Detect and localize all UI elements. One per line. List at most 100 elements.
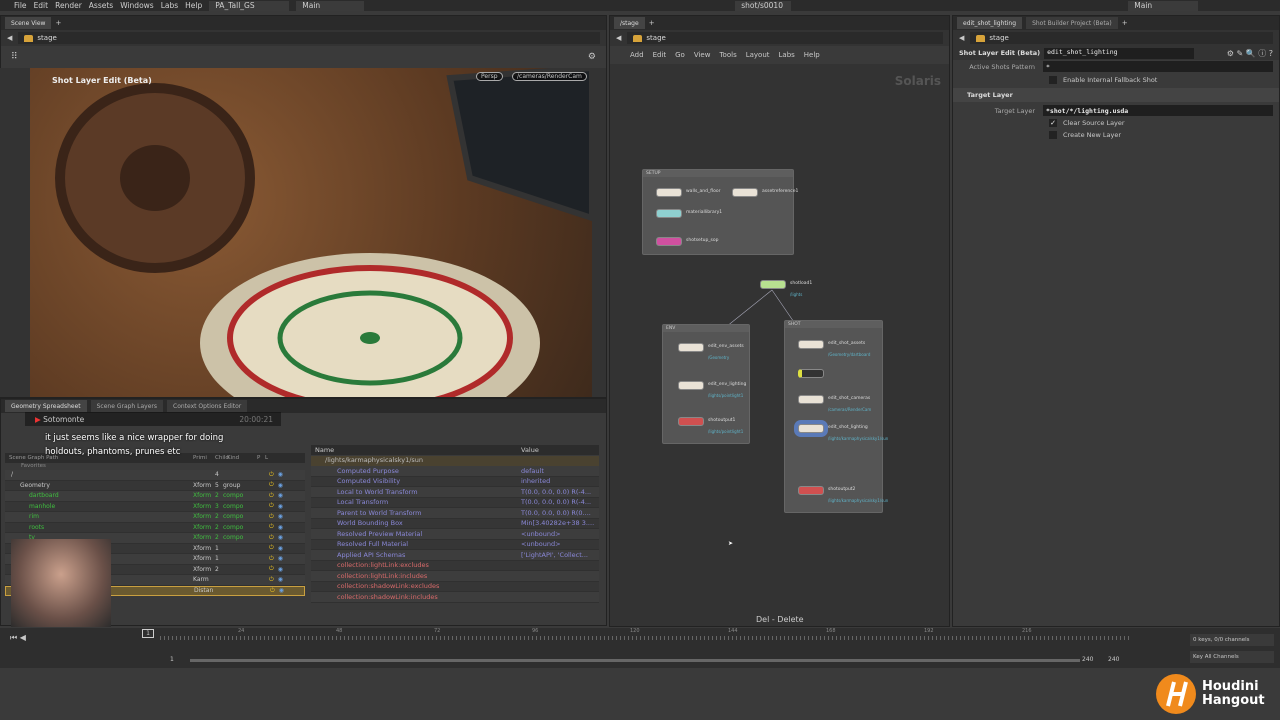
range-slider[interactable]: [190, 659, 1080, 662]
tree-row[interactable]: roots Xform 2 compo ⏻ ◉: [5, 522, 305, 533]
menu-help[interactable]: Help: [185, 1, 202, 10]
tab-scene-graph-layers[interactable]: Scene Graph Layers: [90, 400, 163, 412]
visibility-icon[interactable]: ◉: [278, 513, 283, 520]
path-field[interactable]: stage: [627, 32, 943, 44]
network-selector[interactable]: Main: [296, 0, 365, 11]
visibility-icon[interactable]: ◉: [278, 555, 283, 562]
create-new-layer-checkbox[interactable]: [1049, 131, 1057, 139]
range-end[interactable]: 240: [1082, 656, 1093, 663]
visibility-icon[interactable]: ◉: [279, 587, 284, 594]
visibility-icon[interactable]: ◉: [278, 545, 283, 552]
active-icon[interactable]: ⏻: [270, 587, 275, 595]
active-icon[interactable]: ⏻: [269, 534, 274, 542]
node-tools-icons[interactable]: ⚙ ✎ 🔍 ⓘ ?: [1227, 48, 1279, 59]
active-icon[interactable]: ⏻: [269, 513, 274, 521]
fallback-checkbox[interactable]: [1049, 75, 1057, 84]
tab-scene-view[interactable]: Scene View: [5, 17, 52, 29]
back-icon[interactable]: ◀: [959, 34, 964, 42]
property-row[interactable]: Computed Purpose default: [311, 466, 599, 477]
node-sop[interactable]: [656, 237, 682, 246]
node-shot_cameras[interactable]: [798, 395, 824, 404]
grid-menu-icon[interactable]: ⠿: [11, 52, 18, 62]
active-icon[interactable]: ⏻: [269, 481, 274, 489]
node-matlib[interactable]: [656, 209, 682, 218]
property-row[interactable]: Computed Visibility inherited: [311, 476, 599, 487]
camera-menu[interactable]: /cameras/RenderCam: [512, 72, 587, 81]
property-row[interactable]: World Bounding Box Min[3.40282e+38 3....: [311, 518, 599, 529]
visibility-icon[interactable]: ◉: [278, 482, 283, 489]
visibility-icon[interactable]: ◉: [278, 503, 283, 510]
menu-labs[interactable]: Labs: [161, 1, 178, 10]
netbox-shot[interactable]: SHOT: [784, 320, 883, 513]
network-menu-go[interactable]: Go: [675, 51, 685, 59]
visibility-icon[interactable]: ◉: [278, 492, 283, 499]
network-menu-layout[interactable]: Layout: [746, 51, 770, 59]
active-icon[interactable]: ⏻: [269, 502, 274, 510]
menu-file[interactable]: File: [14, 1, 27, 10]
visibility-icon[interactable]: ◉: [278, 471, 283, 478]
key-all-channels[interactable]: Key All Channels: [1190, 651, 1274, 663]
menu-assets[interactable]: Assets: [89, 1, 113, 10]
add-tab-icon[interactable]: +: [1122, 19, 1128, 27]
property-row[interactable]: Local Transform T(0.0, 0.0, 0.0) R(-4...: [311, 497, 599, 508]
property-row[interactable]: Applied API Schemas ['LightAPI', 'Collect…: [311, 550, 599, 561]
tab-stage[interactable]: /stage: [614, 17, 645, 29]
tab-context-options[interactable]: Context Options Editor: [167, 400, 248, 412]
network-menu-view[interactable]: View: [694, 51, 711, 59]
menu-render[interactable]: Render: [55, 1, 82, 10]
property-row[interactable]: collection:shadowLink:includes: [311, 592, 599, 603]
range-end-global[interactable]: 240: [1108, 656, 1119, 663]
active-icon[interactable]: ⏻: [269, 576, 274, 584]
active-icon[interactable]: ⏻: [269, 492, 274, 500]
node-shotload[interactable]: [760, 280, 786, 289]
visibility-icon[interactable]: ◉: [278, 534, 283, 541]
tree-row[interactable]: rim Xform 2 compo ⏻ ◉: [5, 512, 305, 523]
active-icon[interactable]: ⏻: [269, 565, 274, 573]
node-assetref[interactable]: [732, 188, 758, 197]
clear-source-checkbox[interactable]: ✓: [1049, 119, 1057, 127]
menu-edit[interactable]: Edit: [34, 1, 49, 10]
active-shots-field[interactable]: *: [1043, 61, 1273, 72]
property-row[interactable]: collection:shadowLink:excludes: [311, 581, 599, 592]
viewport[interactable]: Shot Layer Edit (Beta) Persp /cameras/Re…: [30, 68, 592, 397]
network-menu-add[interactable]: Add: [630, 51, 644, 59]
add-tab-icon[interactable]: +: [649, 19, 655, 27]
property-row[interactable]: Local to World Transform T(0.0, 0.0, 0.0)…: [311, 487, 599, 498]
network-menu-tools[interactable]: Tools: [719, 51, 736, 59]
active-icon[interactable]: ⏻: [269, 523, 274, 531]
target-layer-field[interactable]: *shot/*/lighting.usda: [1043, 105, 1273, 116]
network-menu-help[interactable]: Help: [804, 51, 820, 59]
tree-row[interactable]: /4 ⏻ ◉: [5, 470, 305, 481]
view-menu[interactable]: Persp: [476, 72, 503, 81]
prim-path-row[interactable]: /lights/karmaphysicalsky1/sun: [311, 456, 599, 466]
active-icon[interactable]: ⏻: [269, 544, 274, 552]
network-menu-edit[interactable]: Edit: [653, 51, 667, 59]
property-row[interactable]: collection:lightLink:includes: [311, 571, 599, 582]
tab-geometry-spreadsheet[interactable]: Geometry Spreadsheet: [5, 400, 87, 412]
tree-row[interactable]: manhole Xform 3 compo ⏻ ◉: [5, 501, 305, 512]
property-row[interactable]: Parent to World Transform T(0.0, 0.0, 0.0…: [311, 508, 599, 519]
node-shot_assets[interactable]: [798, 340, 824, 349]
node-out1[interactable]: [678, 417, 704, 426]
visibility-icon[interactable]: ◉: [278, 524, 283, 531]
tree-row[interactable]: dartboard Xform 2 compo ⏻ ◉: [5, 491, 305, 502]
add-tab-icon[interactable]: +: [55, 19, 61, 27]
timeline-ruler[interactable]: 24 48 72 96 120 144 168 192 216: [0, 628, 1130, 648]
network-canvas[interactable]: Solaris SETUP ENV SHOT walls_and_floor as…: [610, 64, 949, 626]
property-row[interactable]: collection:lightLink:excludes: [311, 560, 599, 571]
desktop-selector[interactable]: PA_Tall_GS: [209, 0, 290, 11]
keys-status[interactable]: 0 keys, 0/0 channels: [1190, 634, 1274, 646]
network-menu-labs[interactable]: Labs: [779, 51, 795, 59]
visibility-icon[interactable]: ◉: [278, 566, 283, 573]
section-target-layer[interactable]: Target Layer: [953, 88, 1279, 102]
node-walls[interactable]: [656, 188, 682, 197]
node-env_lighting[interactable]: [678, 381, 704, 390]
active-icon[interactable]: ⏻: [269, 555, 274, 563]
node-out2[interactable]: [798, 486, 824, 495]
node-name-field[interactable]: edit_shot_lighting: [1044, 47, 1195, 59]
property-row[interactable]: Resolved Full Material <unbound>: [311, 539, 599, 550]
back-icon[interactable]: ◀: [616, 34, 621, 42]
range-start[interactable]: 1: [170, 656, 174, 663]
tab-edit-shot-lighting[interactable]: edit_shot_lighting: [957, 17, 1023, 29]
property-row[interactable]: Resolved Preview Material <unbound>: [311, 529, 599, 540]
